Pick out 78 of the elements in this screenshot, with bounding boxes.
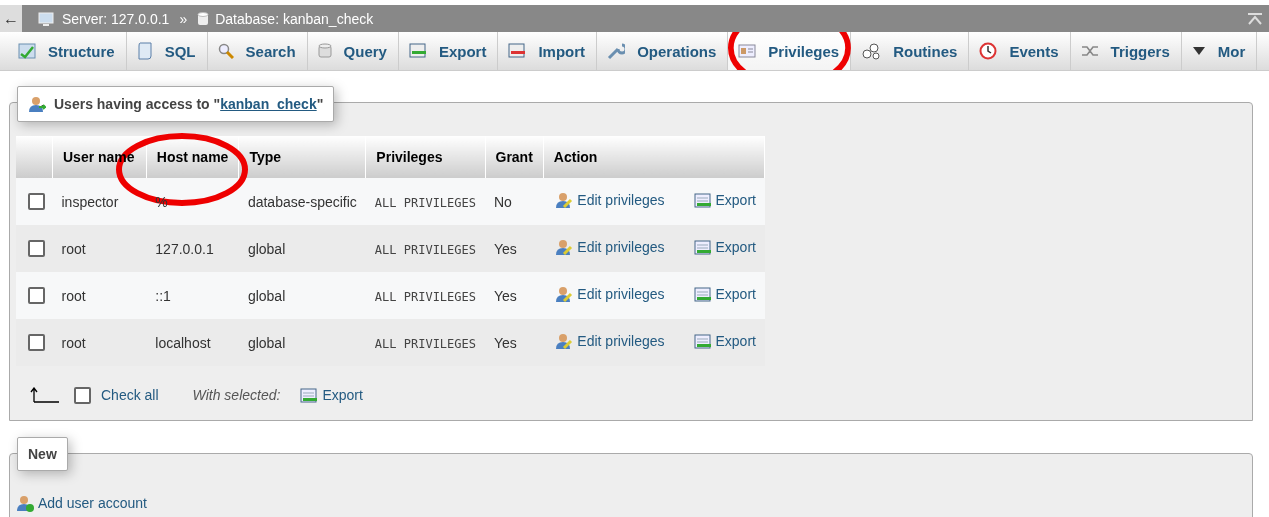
- database-link[interactable]: Database: kanban_check: [215, 10, 374, 27]
- user-add-icon: [16, 494, 34, 512]
- database-link[interactable]: kanban_check: [220, 96, 317, 112]
- with-selected-label: With selected:: [192, 387, 281, 403]
- scroll-icon: [136, 42, 153, 60]
- checkbox[interactable]: [27, 240, 45, 258]
- user-edit-icon: [555, 285, 574, 303]
- table-cell: ALL PRIVILEGES: [374, 242, 476, 257]
- export-icon: [693, 239, 712, 255]
- column-header: Host name: [156, 149, 229, 165]
- tab[interactable]: Events: [969, 32, 1071, 70]
- user-edit-icon: [555, 238, 574, 256]
- table-cell: global: [238, 225, 366, 272]
- add-user-link[interactable]: Add user account: [16, 494, 147, 512]
- edit-privileges-link[interactable]: Edit privileges: [555, 332, 665, 350]
- table-cell: root: [52, 225, 147, 272]
- check-all-link[interactable]: Check all: [101, 387, 159, 403]
- checkbox[interactable]: [27, 334, 45, 352]
- table-cell: root: [52, 272, 147, 319]
- panel-legend: New: [17, 437, 68, 471]
- user-icon: [28, 95, 46, 113]
- table-cell: database-specific: [238, 178, 366, 225]
- column-header: Type: [249, 149, 282, 165]
- id-card-icon: [738, 44, 757, 58]
- tab[interactable]: Export: [398, 32, 499, 70]
- table-cell: Yes: [485, 272, 544, 319]
- export-icon: [693, 192, 712, 208]
- export-link[interactable]: Export: [693, 333, 756, 349]
- tab[interactable]: Mor: [1181, 32, 1258, 70]
- user-edit-icon: [555, 191, 574, 209]
- column-header: Grant: [495, 149, 533, 165]
- collapse-icon: [1247, 11, 1263, 26]
- table-cell: Yes: [485, 225, 544, 272]
- import-icon: [508, 43, 527, 59]
- tab[interactable]: Import: [498, 32, 598, 70]
- tab[interactable]: Routines: [851, 32, 970, 70]
- export-icon: [693, 333, 712, 349]
- table-cell: global: [238, 272, 366, 319]
- arrow-up-icon: [30, 387, 60, 403]
- checkbox[interactable]: [27, 287, 45, 305]
- checkbox[interactable]: [74, 386, 91, 404]
- table-cell: ::1: [155, 287, 171, 304]
- tab[interactable]: Structure: [8, 32, 127, 70]
- table-cell: ALL PRIVILEGES: [374, 289, 476, 304]
- breadcrumb-separator: »: [179, 10, 188, 27]
- tab[interactable]: Query: [307, 32, 399, 70]
- gears-icon: [861, 42, 882, 60]
- table-cell: 127.0.0.1: [155, 240, 214, 257]
- table-structure-icon: [18, 43, 36, 59]
- table-cell: localhost: [155, 334, 211, 351]
- table-cell: ALL PRIVILEGES: [374, 195, 476, 210]
- shuffle-icon: [1080, 44, 1099, 58]
- export-link[interactable]: Export: [300, 387, 363, 403]
- export-icon: [408, 43, 427, 59]
- export-icon: [693, 286, 712, 302]
- export-icon: [300, 387, 319, 403]
- export-link[interactable]: Export: [693, 239, 756, 255]
- panel-legend: Users having access to "kanban_check": [54, 96, 324, 112]
- table-cell: ALL PRIVILEGES: [374, 336, 476, 351]
- database-icon: [317, 43, 332, 59]
- tab[interactable]: Triggers: [1070, 32, 1182, 70]
- wrench-icon: [607, 42, 626, 60]
- server-link[interactable]: Server: 127.0.0.1: [62, 10, 170, 27]
- caret-icon: [1191, 46, 1206, 56]
- clock-icon: [979, 42, 998, 60]
- checkbox[interactable]: [27, 193, 45, 211]
- tab[interactable]: Search: [207, 32, 308, 70]
- column-header: Action: [553, 149, 598, 165]
- column-header: Privileges: [376, 149, 443, 165]
- server-icon: [38, 10, 56, 27]
- tab[interactable]: SQL: [126, 32, 208, 70]
- table-cell: No: [485, 178, 544, 225]
- edit-privileges-link[interactable]: Edit privileges: [555, 238, 665, 256]
- table-cell: inspector: [52, 178, 147, 225]
- user-edit-icon: [555, 332, 574, 350]
- database-icon: [197, 11, 210, 26]
- search-icon: [217, 43, 234, 59]
- back-button[interactable]: ←: [0, 5, 22, 32]
